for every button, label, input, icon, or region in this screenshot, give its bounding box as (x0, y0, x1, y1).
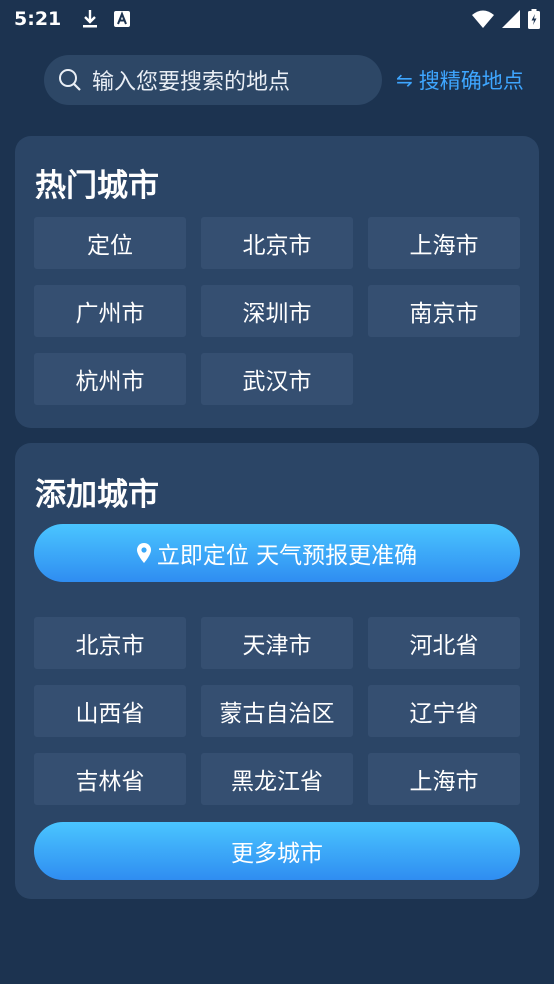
search-icon (59, 69, 81, 91)
hot-city-item[interactable]: 武汉市 (201, 353, 353, 405)
province-item[interactable]: 黑龙江省 (201, 753, 353, 805)
locate-now-label: 立即定位 天气预报更准确 (156, 543, 418, 569)
battery-icon (528, 9, 540, 29)
signal-icon (502, 10, 520, 28)
hot-city-item[interactable]: 北京市 (201, 217, 353, 269)
province-item[interactable]: 河北省 (368, 617, 520, 669)
hot-city-item[interactable]: 广州市 (34, 285, 186, 337)
locate-now-button[interactable]: 立即定位 天气预报更准确 (34, 524, 520, 582)
swap-arrows-icon: ⇋ (396, 68, 413, 92)
wifi-icon (472, 10, 494, 28)
add-city-card: 添加城市 立即定位 天气预报更准确 北京市 天津市 河北省 山西省 蒙古自治区 … (15, 443, 539, 899)
hot-city-item[interactable]: 南京市 (368, 285, 520, 337)
status-left-icons (81, 9, 131, 29)
more-cities-button[interactable]: 更多城市 (34, 822, 520, 880)
province-item[interactable]: 吉林省 (34, 753, 186, 805)
location-pin-icon (136, 543, 151, 563)
hot-cities-card: 热门城市 定位 北京市 上海市 广州市 深圳市 南京市 杭州市 武汉市 (15, 136, 539, 428)
status-time: 5:21 (14, 8, 62, 30)
hot-city-item[interactable]: 上海市 (368, 217, 520, 269)
province-item[interactable]: 山西省 (34, 685, 186, 737)
province-item[interactable]: 北京市 (34, 617, 186, 669)
hot-city-item[interactable]: 杭州市 (34, 353, 186, 405)
province-grid: 北京市 天津市 河北省 山西省 蒙古自治区 辽宁省 吉林省 黑龙江省 上海市 (34, 617, 520, 805)
hot-city-locate[interactable]: 定位 (34, 217, 186, 269)
status-right-icons (472, 9, 540, 29)
hot-cities-grid: 定位 北京市 上海市 广州市 深圳市 南京市 杭州市 武汉市 (34, 217, 520, 405)
more-cities-label: 更多城市 (231, 841, 323, 867)
province-item[interactable]: 上海市 (368, 753, 520, 805)
province-item[interactable]: 天津市 (201, 617, 353, 669)
search-placeholder: 输入您要搜索的地点 (92, 70, 291, 95)
search-row: 输入您要搜索的地点 ⇋ 搜精确地点 (44, 55, 544, 105)
precise-search-link[interactable]: ⇋ 搜精确地点 (396, 65, 524, 95)
precise-search-label: 搜精确地点 (418, 69, 524, 93)
add-city-title: 添加城市 (35, 477, 159, 513)
download-icon (83, 10, 98, 28)
province-item[interactable]: 蒙古自治区 (201, 685, 353, 737)
hot-cities-title: 热门城市 (35, 168, 159, 204)
font-icon (114, 11, 131, 27)
province-item[interactable]: 辽宁省 (368, 685, 520, 737)
hot-city-item[interactable]: 深圳市 (201, 285, 353, 337)
search-input[interactable]: 输入您要搜索的地点 (44, 55, 382, 105)
status-bar: 5:21 (0, 0, 554, 38)
